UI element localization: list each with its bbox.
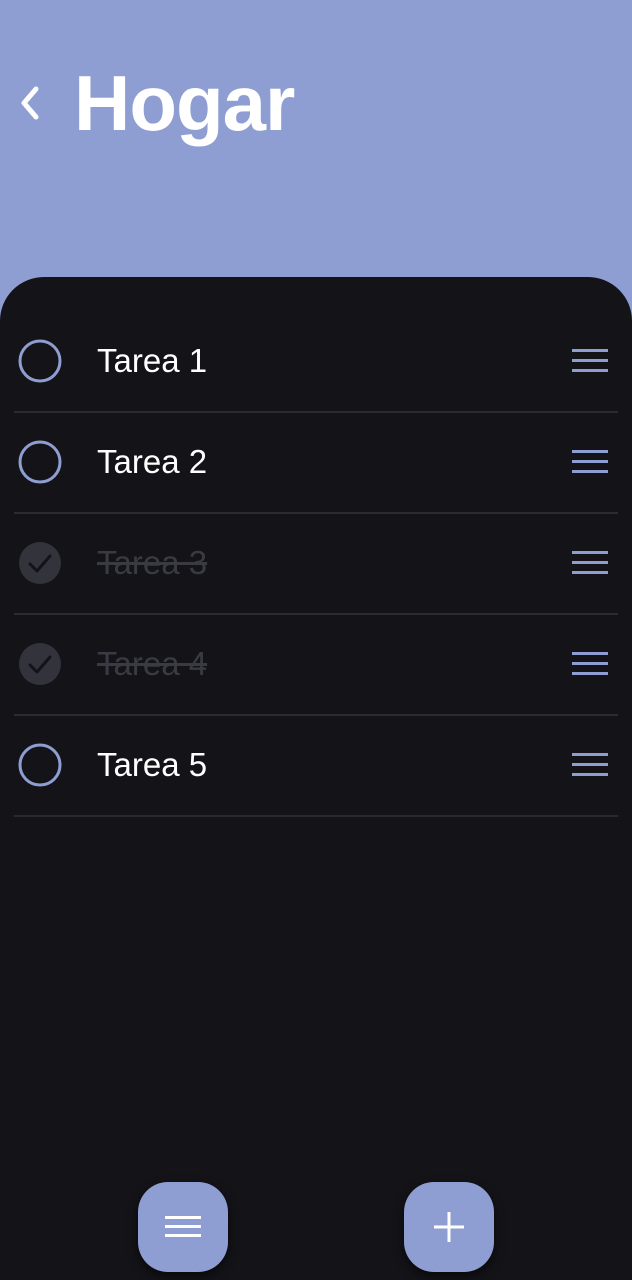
menu-icon bbox=[165, 1216, 201, 1237]
task-label: Tarea 1 bbox=[97, 342, 208, 379]
task-label: Tarea 2 bbox=[97, 443, 208, 480]
header: Hogar bbox=[0, 0, 632, 300]
task-sheet: Tarea 1 Tarea 2 Tarea 3 Tarea 4 Tarea 5 bbox=[0, 277, 632, 1280]
drag-handle-icon[interactable] bbox=[570, 345, 610, 377]
checked-circle-icon[interactable] bbox=[18, 541, 62, 585]
task-label: Tarea 5 bbox=[97, 746, 208, 783]
drag-handle-icon[interactable] bbox=[570, 547, 610, 579]
checked-circle-icon[interactable] bbox=[18, 642, 62, 686]
task-label: Tarea 4 bbox=[97, 645, 208, 682]
circle-icon[interactable] bbox=[18, 440, 62, 484]
list-item[interactable]: Tarea 3 bbox=[14, 514, 618, 615]
circle-icon[interactable] bbox=[18, 743, 62, 787]
task-list: Tarea 1 Tarea 2 Tarea 3 Tarea 4 Tarea 5 bbox=[14, 312, 618, 817]
task-label: Tarea 3 bbox=[97, 544, 208, 581]
page-title: Hogar bbox=[74, 59, 295, 147]
list-item[interactable]: Tarea 1 bbox=[14, 312, 618, 413]
drag-handle-icon[interactable] bbox=[570, 446, 610, 478]
drag-handle-icon[interactable] bbox=[570, 648, 610, 680]
menu-button[interactable] bbox=[138, 1182, 228, 1272]
list-item[interactable]: Tarea 2 bbox=[14, 413, 618, 514]
plus-icon bbox=[434, 1212, 464, 1242]
circle-icon[interactable] bbox=[18, 339, 62, 383]
chevron-left-icon bbox=[21, 86, 39, 120]
drag-handle-icon[interactable] bbox=[570, 749, 610, 781]
back-button[interactable] bbox=[8, 78, 52, 128]
list-item[interactable]: Tarea 5 bbox=[14, 716, 618, 817]
list-item[interactable]: Tarea 4 bbox=[14, 615, 618, 716]
add-task-button[interactable] bbox=[404, 1182, 494, 1272]
